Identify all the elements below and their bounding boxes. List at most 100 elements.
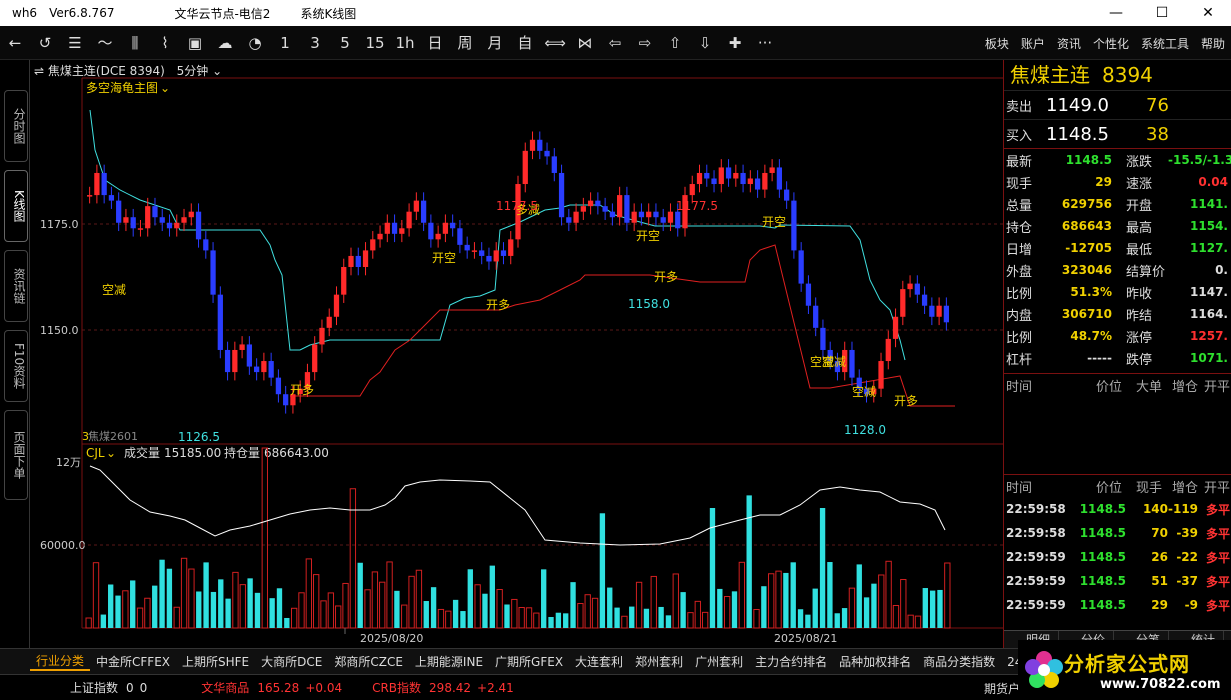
index3-label[interactable]: CRB指数 (372, 679, 421, 696)
tick-cell: 多平 (1205, 550, 1230, 565)
candle-body (420, 200, 427, 223)
menu-news[interactable]: 资讯 (1057, 35, 1081, 52)
volume-bar (474, 584, 481, 629)
tick-cell: 1148.5 (1079, 574, 1126, 588)
maximize-button[interactable]: ☐ (1139, 0, 1185, 26)
quote-field-label: 昨收 (1126, 286, 1153, 302)
tab-guangzhou-arb[interactable]: 广州套利 (689, 653, 749, 670)
volume-bar (173, 606, 180, 629)
indicator-chevron-icon[interactable]: ⌄ (160, 81, 170, 95)
volume-bar (203, 562, 209, 628)
menu-help[interactable]: 帮助 (1201, 35, 1225, 52)
candle-body (805, 283, 812, 306)
tab-gfex[interactable]: 广期所GFEX (489, 653, 569, 670)
volume-bar (269, 598, 275, 628)
kline-chart[interactable]: 多空海龟主图 ⌄ 1175.0 1150.0 空减 开多 开空 开多 多减 开空… (0, 0, 1003, 648)
close-button[interactable]: ✕ (1185, 0, 1231, 26)
tab-dalian-arb[interactable]: 大连套利 (569, 653, 629, 670)
candle-body (813, 305, 819, 328)
vol-tick-120k: 12万 (56, 456, 81, 469)
quote-field-label: 杠杆 (1006, 352, 1033, 368)
volume-bar (591, 597, 599, 629)
quote-field-label: 比例 (1006, 286, 1033, 302)
index2-label[interactable]: 文华商品 (201, 679, 249, 696)
index1-label[interactable]: 上证指数 (70, 679, 118, 696)
menu-account[interactable]: 账户 (1021, 35, 1045, 52)
volume-bar (929, 590, 936, 628)
oi-label: 持仓量 (224, 445, 260, 460)
tab-main-rank[interactable]: 主力合约排名 (749, 653, 833, 670)
volume-bar (812, 588, 818, 628)
logo-title: 分析家公式网 (1064, 652, 1190, 676)
indicator-label[interactable]: 多空海龟主图 (86, 80, 158, 95)
ask-row[interactable]: 卖出 1149.0 76 (1004, 90, 1231, 119)
candle-body (362, 250, 369, 267)
volume-bar (85, 617, 92, 629)
volume-bar (335, 605, 342, 629)
quote-field-label: 总量 (1006, 198, 1033, 214)
volume-bar (723, 596, 731, 629)
tick-cell: 1148.5 (1079, 502, 1126, 516)
bid-row[interactable]: 买入 1148.5 38 (1004, 119, 1231, 148)
menu-system-tools[interactable]: 系统工具 (1141, 35, 1189, 52)
volume-bar (775, 570, 782, 629)
index1-change: 0 (139, 680, 148, 695)
candle-body (784, 189, 790, 201)
signal-label: 开空 (762, 215, 786, 229)
tab-dce[interactable]: 大商所DCE (255, 653, 328, 670)
tab-ine[interactable]: 上期能源INE (409, 653, 489, 670)
futures-account-button[interactable]: 期货户 (984, 680, 1020, 697)
quote-field-value: 323046 (1061, 263, 1112, 277)
tick-cell: 22:59:59 (1006, 598, 1066, 612)
quote-row: 外盘 323046 结算价 0. (1004, 259, 1231, 281)
volume-bar (687, 612, 694, 629)
tick-cell: 22:59:59 (1006, 574, 1066, 588)
vol-tick-60k: 60000.0 (40, 539, 86, 552)
quote-field-label: 结算价 (1126, 264, 1166, 280)
candle-body (580, 206, 586, 212)
tab-industry[interactable]: 行业分类 (30, 652, 91, 671)
candle-body (152, 206, 158, 218)
quote-title: 焦煤主连 8394 (1004, 60, 1231, 90)
volume-bar (152, 585, 158, 628)
signal-label: 开多 (486, 298, 510, 312)
menu-personalize[interactable]: 个性化 (1093, 35, 1129, 52)
volume-bar (276, 588, 283, 628)
quote-field-value: -15.5/-1.33 (1168, 153, 1231, 167)
tab-commodity-index[interactable]: 商品分类指数 (917, 653, 1001, 670)
quote-row: 比例 51.3% 昨收 1147. (1004, 281, 1231, 303)
tab-shfe[interactable]: 上期所SHFE (176, 653, 255, 670)
volume-bar (247, 578, 253, 628)
quote-field-value: ----- (1087, 351, 1112, 365)
volume-bar (144, 597, 151, 629)
tab-zhengzhou-arb[interactable]: 郑州套利 (629, 653, 689, 670)
candle-body (341, 267, 347, 295)
candle-body (87, 195, 93, 197)
volume-chevron-icon[interactable]: ⌄ (106, 446, 116, 460)
tab-cffex[interactable]: 中金所CFFEX (90, 653, 176, 670)
volume-bar (284, 617, 290, 628)
candle-body (210, 250, 216, 295)
tick-header: 时间 价位 现手 增仓 开平 (1004, 475, 1231, 497)
volume-bar (180, 557, 188, 629)
tab-czce[interactable]: 郑商所CZCE (328, 653, 409, 670)
volume-bar (790, 562, 796, 628)
volume-bar (944, 562, 951, 629)
candle-body (936, 305, 942, 317)
volume-indicator-label[interactable]: CJL (86, 446, 105, 460)
volume-bar (878, 574, 885, 629)
tab-weighted-rank[interactable]: 品种加权排名 (833, 653, 917, 670)
logo-url: www.70822.com (1100, 677, 1221, 692)
oi-value: 686643.00 (264, 446, 329, 460)
volume-label: 成交量 (124, 445, 160, 460)
signal-label: 开空 (636, 229, 660, 243)
volume-bar (210, 591, 217, 628)
minimize-button[interactable]: — (1093, 0, 1139, 26)
candle-body (725, 167, 732, 179)
candle-body (195, 211, 202, 240)
candle-body (493, 250, 499, 262)
volume-bar (386, 561, 393, 629)
volume-bar (394, 590, 400, 628)
volume-bar (863, 597, 870, 628)
quote-field-label: 日增 (1006, 242, 1033, 258)
